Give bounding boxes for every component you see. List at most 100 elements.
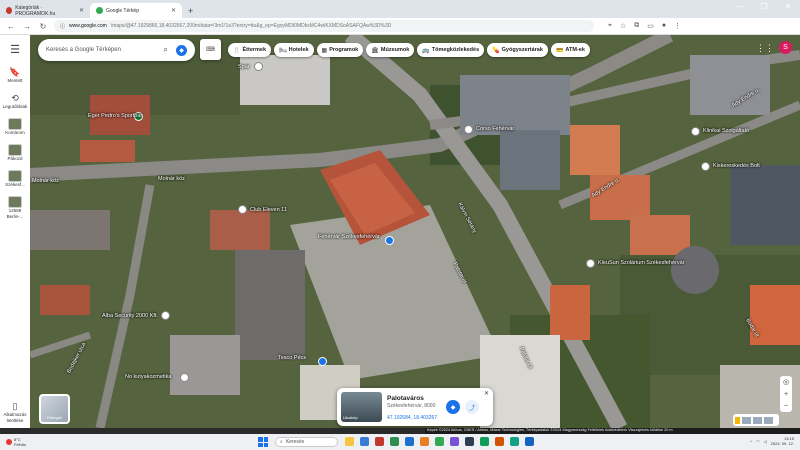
chip-restaurants[interactable]: 🍴 Éttermek <box>228 43 272 57</box>
rail-item-saved[interactable]: 🔖 Mentett <box>0 66 30 84</box>
app-icon[interactable] <box>480 437 489 446</box>
map-label-corso[interactable]: Corso Fehérvár <box>476 126 514 132</box>
location-icon[interactable]: ⌖ <box>608 22 612 30</box>
chip-museums[interactable]: 🏛 Múzeumok <box>366 43 415 57</box>
map-label-no-kutyai[interactable]: No kutyakozmetika <box>125 374 171 380</box>
app-icon[interactable] <box>405 437 414 446</box>
zoom-in-button[interactable]: + <box>784 391 788 398</box>
pegman-icon[interactable] <box>735 416 740 424</box>
chip-hotels[interactable]: 🛏 Hotelek <box>274 43 314 57</box>
shopping-pin-icon[interactable] <box>385 236 394 245</box>
place-pin-icon[interactable] <box>464 125 473 134</box>
edge-icon[interactable] <box>360 437 369 446</box>
rail-item-berlin[interactable]: 12589 Berlin-... <box>0 196 30 220</box>
satellite-map[interactable]: Spar Eger Pedro's Sportbar Molnár köz Mo… <box>30 35 800 428</box>
app-icon[interactable] <box>390 437 399 446</box>
shopping-pin-icon[interactable] <box>318 357 327 366</box>
forward-arrow-icon[interactable]: → <box>22 22 32 31</box>
apps-grid-icon[interactable]: ⋮⋮ <box>756 43 774 54</box>
my-location-icon[interactable]: ◎ <box>783 378 789 386</box>
search-input[interactable]: Keresés a Google Térképen <box>46 47 164 53</box>
rail-item-pakozd[interactable]: Pákozd <box>0 144 30 162</box>
map-label-eger-pedro[interactable]: Eger Pedro's Sportbar <box>88 113 142 119</box>
maximize-button[interactable]: ❐ <box>752 0 776 14</box>
place-thumbnail <box>8 170 22 182</box>
chip-pharmacies[interactable]: 💊 Gyógyszertárak <box>487 43 548 57</box>
tab-favicon-icon <box>6 7 13 14</box>
place-pin-icon[interactable] <box>180 373 189 382</box>
more-menu-icon[interactable]: ⋮ <box>674 22 681 30</box>
street-view-thumbnail[interactable]: Utcakép <box>341 392 382 422</box>
place-pin-icon[interactable] <box>161 311 170 320</box>
star-icon[interactable]: ☆ <box>620 22 626 30</box>
taskbar-apps <box>345 437 534 446</box>
reload-icon[interactable]: ↻ <box>38 22 48 31</box>
search-box[interactable]: Keresés a Google Térképen ⌕ ◆ <box>38 39 195 61</box>
map-label-spar[interactable]: Spar <box>238 64 250 70</box>
sidebar-icon[interactable]: ▭ <box>647 22 654 30</box>
profile-icon[interactable]: ● <box>662 22 666 30</box>
chip-things-to-do[interactable]: ▦ Programok <box>316 43 364 57</box>
chrome-icon[interactable] <box>435 437 444 446</box>
clock[interactable]: 13:15 2024. 09. 12. <box>771 436 794 446</box>
app-icon[interactable] <box>510 437 519 446</box>
app-icon[interactable] <box>465 437 474 446</box>
map-label-sun-szolarium[interactable]: KleuSun Szolárium Székesfehérvár <box>598 260 685 266</box>
app-icon[interactable] <box>420 437 429 446</box>
keyboard-icon[interactable]: ⌨ <box>200 39 221 60</box>
minimize-button[interactable]: — <box>728 0 752 14</box>
chip-transit[interactable]: 🚌 Tömegközlekedés <box>417 43 485 57</box>
menu-icon[interactable]: ☰ <box>10 43 20 56</box>
zoom-out-button[interactable]: − <box>784 403 788 410</box>
street-view-control[interactable] <box>733 414 779 426</box>
close-window-button[interactable]: ✕ <box>776 0 800 14</box>
tab-programok[interactable]: Kategóriák · PROGRAMOK.hu ✕ <box>0 3 90 18</box>
rail-item-szekesfehervar[interactable]: Székesf... <box>0 170 30 188</box>
map-label-kiskereskedes[interactable]: Kiskereskedés Bolt <box>713 163 760 169</box>
map-label-club-eleven[interactable]: Club Eleven 11 <box>250 207 287 213</box>
chevron-up-icon[interactable]: ^ <box>750 439 752 444</box>
map-label-klinikai[interactable]: Klinikai Szolgáltató <box>703 128 749 134</box>
tab-close-icon[interactable]: ✕ <box>79 7 84 14</box>
place-coordinates[interactable]: 47.192684, 18.403267 <box>387 415 437 421</box>
place-pin-icon[interactable] <box>254 62 263 71</box>
map-label-fehervar[interactable]: Fehérvár Székesfehérvár <box>318 234 380 240</box>
layers-button[interactable]: Rétegek <box>39 394 70 424</box>
windows-start-icon[interactable] <box>258 437 268 447</box>
map-label-tesco[interactable]: Tesco Pécs <box>278 355 306 361</box>
directions-button[interactable]: ◆ <box>446 400 460 414</box>
file-explorer-icon[interactable] <box>345 437 354 446</box>
extensions-icon[interactable]: ⧉ <box>634 22 639 30</box>
app-icon[interactable] <box>375 437 384 446</box>
site-info-icon[interactable]: ⓘ <box>60 23 65 30</box>
search-icon[interactable]: ⌕ <box>164 45 168 55</box>
share-button[interactable]: ⤴ <box>465 400 479 414</box>
app-icon[interactable] <box>495 437 504 446</box>
address-bar[interactable]: ⓘ www.google.com/maps/@47.1929866,18.403… <box>54 20 594 32</box>
imagery-thumb[interactable] <box>753 416 762 424</box>
place-pin-icon[interactable] <box>701 162 710 171</box>
get-app-button[interactable]: ▯ Alkalmazás letöltése <box>0 401 30 424</box>
tab-close-icon[interactable]: ✕ <box>171 7 176 14</box>
close-icon[interactable]: ✕ <box>484 390 489 397</box>
weather-widget[interactable]: 8°C Felhős <box>6 437 26 447</box>
imagery-thumb[interactable] <box>742 416 751 424</box>
rail-item-komarom[interactable]: Komárom <box>0 118 30 136</box>
wifi-icon[interactable]: ◠ <box>756 439 760 444</box>
tab-google-maps[interactable]: Google Térkép ✕ <box>90 3 182 18</box>
place-pin-icon[interactable] <box>238 205 247 214</box>
rail-item-recent[interactable]: ⟲ Legutóbbiak <box>0 92 30 110</box>
imagery-thumb[interactable] <box>764 416 773 424</box>
app-icon[interactable] <box>525 437 534 446</box>
directions-icon[interactable]: ◆ <box>176 44 187 56</box>
avatar[interactable]: S <box>779 41 792 54</box>
map-label-alba-security[interactable]: Alba Security 2000 Kft. <box>102 313 158 319</box>
taskbar-search[interactable]: ⌕ Keresés <box>275 437 338 447</box>
back-arrow-icon[interactable]: ← <box>6 22 16 31</box>
place-pin-icon[interactable] <box>691 127 700 136</box>
app-icon[interactable] <box>450 437 459 446</box>
volume-icon[interactable]: ◁ <box>764 439 767 444</box>
place-pin-icon[interactable] <box>586 259 595 268</box>
chip-atms[interactable]: 💳 ATM-ek <box>550 43 590 57</box>
new-tab-button[interactable]: + <box>188 6 193 16</box>
